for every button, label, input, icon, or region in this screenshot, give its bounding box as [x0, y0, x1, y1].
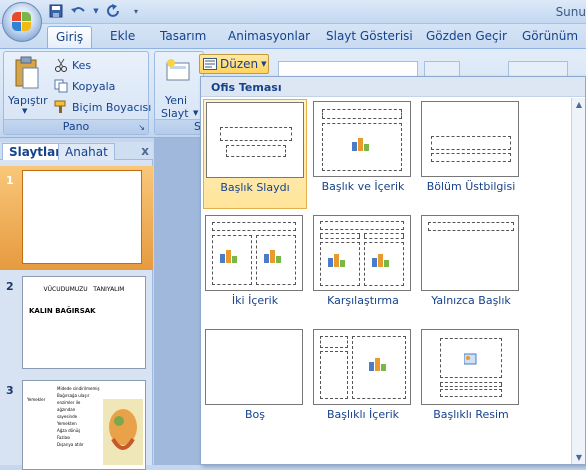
slide-number: 1 [6, 174, 14, 187]
layout-picture-with-caption[interactable]: Başlıklı Resim [419, 327, 523, 437]
layout-preview [421, 101, 519, 177]
format-painter-button[interactable]: Biçim Boyacısı [54, 100, 151, 114]
tab-gozden-gecir[interactable]: Gözden Geçir [426, 29, 507, 43]
paintbrush-icon [54, 100, 66, 113]
layout-title-only[interactable]: Yalnızca Başlık [419, 213, 523, 323]
layout-name: Başlıklı Resim [433, 408, 509, 421]
tab-giris[interactable]: Giriş [47, 26, 93, 49]
slides-group-label: S [155, 119, 203, 134]
scissors-icon [55, 58, 67, 72]
slide-thumbnail-3[interactable]: 3 Yemekler Midede sindirilmemiş Bağırsağ… [0, 378, 153, 470]
slide-subtitle: KALIN BAĞIRSAK [29, 307, 96, 315]
tab-outline[interactable]: Anahat [58, 143, 115, 160]
anatomy-image [103, 399, 143, 465]
scroll-down-icon[interactable]: ▼ [574, 453, 584, 462]
layout-preview [313, 215, 411, 291]
new-slide-icon[interactable] [165, 58, 191, 82]
clipboard-group: Yapıştır ▼ Kes Kopyala Biçim Boyacısı Pa… [3, 51, 151, 135]
layout-blank[interactable]: Boş [203, 327, 307, 437]
layout-name: Yalnızca Başlık [431, 294, 511, 307]
quick-access-toolbar: ▼ ▾ [48, 3, 144, 19]
layout-preview [205, 329, 303, 405]
slide-thumbnail-2[interactable]: 2 VÜCUDUMUZU TANIYALIM KALIN BAĞIRSAK [0, 276, 153, 376]
layout-name: Bölüm Üstbilgisi [426, 180, 516, 193]
new-slide-label-1[interactable]: Yeni [165, 94, 187, 107]
layout-preview [421, 215, 519, 291]
copy-button[interactable]: Kopyala [54, 79, 115, 93]
copy-label: Kopyala [72, 79, 116, 93]
layout-gallery: Ofis Teması Başlık Slaydı Başlık ve İçer… [200, 76, 586, 465]
layout-icon [203, 58, 217, 70]
office-logo-icon [12, 12, 32, 32]
layout-preview [206, 102, 304, 178]
window-title: Sunu [555, 5, 586, 19]
layout-name: Başlık ve İçerik [321, 180, 405, 193]
layout-two-content[interactable]: İki İçerik [203, 213, 307, 323]
pane-tabs: Slaytlar Anahat x [0, 142, 153, 160]
customize-icon[interactable]: ▾ [128, 3, 144, 19]
slide-title: VÜCUDUMUZU TANIYALIM [43, 286, 125, 293]
tab-animasyonlar[interactable]: Animasyonlar [228, 29, 310, 43]
clipboard-group-label: Pano [4, 119, 148, 134]
slide-side-label: Yemekler [27, 397, 46, 402]
layout-preview [421, 329, 519, 405]
slide-thumbnail-1[interactable]: 1 [0, 166, 153, 270]
picture-placeholder-icon [464, 353, 477, 365]
slide-number: 2 [6, 280, 14, 293]
office-button[interactable] [2, 2, 42, 42]
layout-name: Karşılaştırma [327, 294, 399, 307]
new-slide-dropdown-icon[interactable]: ▼ [193, 109, 198, 117]
slide-preview: Yemekler Midede sindirilmemiş Bağırsağa … [22, 380, 146, 470]
paste-icon[interactable] [14, 56, 40, 90]
slide-number: 3 [6, 384, 14, 397]
layout-name: Başlıklı İçerik [326, 408, 400, 421]
slides-group: Yeni Slayt ▼ S [154, 51, 204, 135]
layout-preview [313, 101, 411, 177]
slide-preview [22, 170, 142, 264]
paste-dropdown-icon[interactable]: ▼ [22, 107, 27, 115]
redo-icon[interactable] [106, 3, 122, 19]
layout-title-and-content[interactable]: Başlık ve İçerik [311, 99, 415, 209]
layout-name: Boş [244, 408, 265, 421]
layout-button[interactable]: Düzen ▼ [199, 54, 269, 74]
tab-ekle[interactable]: Ekle [110, 29, 135, 43]
content-placeholder-icon [352, 138, 369, 151]
copy-icon [54, 79, 68, 93]
undo-icon[interactable] [70, 3, 86, 19]
title-bar: ▼ ▾ Sunu [0, 0, 586, 24]
undo-dropdown-icon[interactable]: ▼ [92, 3, 100, 19]
slide-preview: VÜCUDUMUZU TANIYALIM KALIN BAĞIRSAK [22, 276, 146, 369]
layout-dropdown-icon: ▼ [261, 60, 267, 68]
gallery-header: Ofis Teması [201, 77, 585, 97]
layout-section-header[interactable]: Bölüm Üstbilgisi [419, 99, 523, 209]
layout-preview [205, 215, 303, 291]
layout-title-slide[interactable]: Başlık Slaydı [203, 99, 307, 209]
layout-comparison[interactable]: Karşılaştırma [311, 213, 415, 323]
scroll-up-icon[interactable]: ▲ [574, 100, 584, 109]
save-icon[interactable] [48, 3, 64, 19]
layout-name: İki İçerik [231, 294, 279, 307]
format-painter-label: Biçim Boyacısı [72, 100, 152, 114]
dialog-launcher-icon[interactable]: ↘ [138, 123, 145, 132]
layout-name: Başlık Slaydı [220, 181, 290, 194]
tab-gorunum[interactable]: Görünüm [522, 29, 578, 43]
cut-label: Kes [72, 58, 92, 72]
tab-tasarim[interactable]: Tasarım [160, 29, 206, 43]
layout-content-with-caption[interactable]: Başlıklı İçerik [311, 327, 415, 437]
ribbon-tabs: Giriş Ekle Tasarım Animasyonlar Slayt Gö… [0, 24, 586, 49]
cut-button[interactable]: Kes [54, 58, 91, 72]
paste-button[interactable]: Yapıştır [8, 94, 48, 107]
tab-slayt-gosterisi[interactable]: Slayt Gösterisi [326, 29, 413, 43]
close-pane-icon[interactable]: x [141, 144, 149, 158]
layout-label: Düzen [220, 57, 259, 71]
layout-preview [313, 329, 411, 405]
gallery-scrollbar[interactable]: ▲ ▼ [571, 98, 585, 464]
